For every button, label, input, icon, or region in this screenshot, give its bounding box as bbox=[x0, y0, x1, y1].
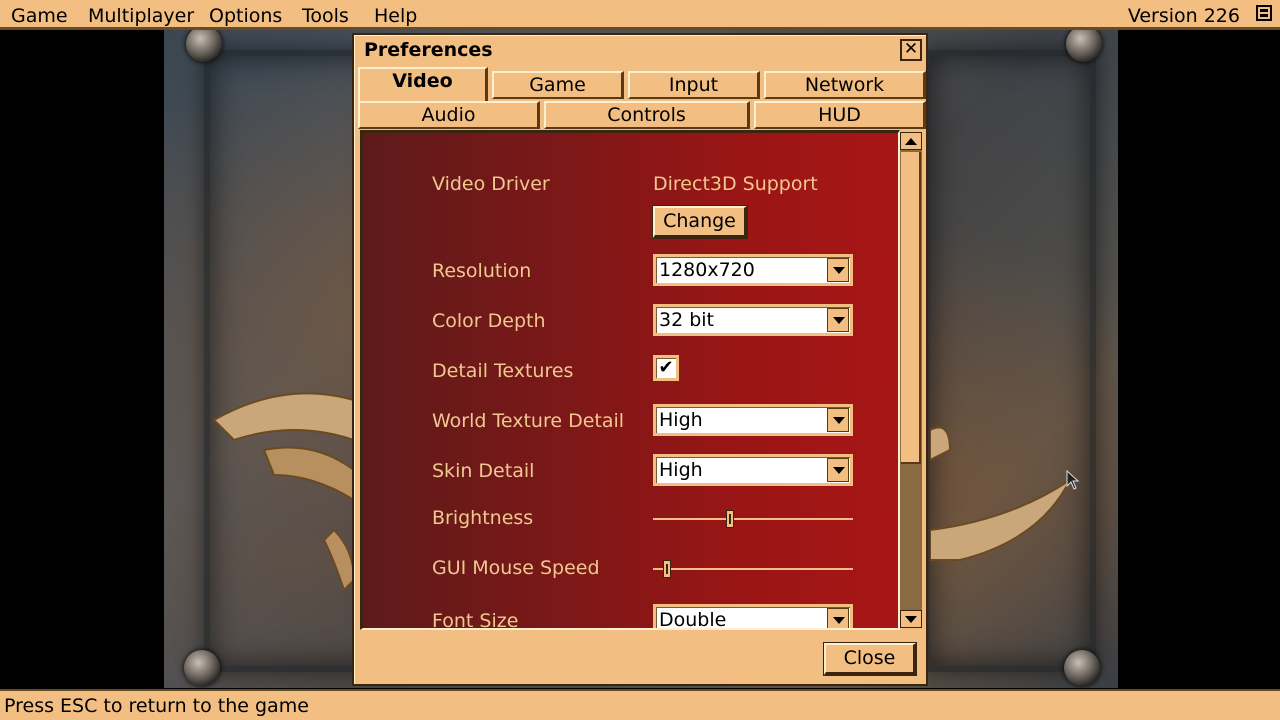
window-restore-icon[interactable] bbox=[1256, 5, 1272, 21]
gui-mouse-speed-label: GUI Mouse Speed bbox=[432, 557, 600, 579]
chevron-down-icon[interactable] bbox=[827, 258, 849, 282]
video-driver-value: Direct3D Support bbox=[653, 173, 818, 195]
color-depth-label: Color Depth bbox=[432, 310, 546, 332]
tab-audio[interactable]: Audio bbox=[358, 101, 540, 129]
preferences-window: Preferences ✕ Video Game Input Network A… bbox=[352, 33, 928, 686]
world-texture-detail-label: World Texture Detail bbox=[432, 410, 625, 432]
world-texture-detail-dropdown[interactable]: High bbox=[653, 404, 853, 436]
skin-detail-label: Skin Detail bbox=[432, 460, 535, 482]
color-depth-value: 32 bit bbox=[659, 309, 715, 331]
blade-ornament-left bbox=[212, 392, 354, 592]
skin-detail-dropdown[interactable]: High bbox=[653, 454, 853, 486]
gui-mouse-speed-slider[interactable] bbox=[653, 560, 853, 578]
status-bar: Press ESC to return to the game bbox=[0, 689, 1280, 720]
vertical-scrollbar[interactable] bbox=[900, 132, 922, 628]
window-title: Preferences bbox=[364, 39, 493, 61]
menu-game[interactable]: Game bbox=[11, 5, 68, 27]
scroll-down-icon[interactable] bbox=[900, 610, 922, 628]
menu-tools[interactable]: Tools bbox=[302, 5, 349, 27]
chevron-down-icon[interactable] bbox=[827, 308, 849, 332]
tab-network[interactable]: Network bbox=[764, 71, 926, 99]
window-titlebar[interactable]: Preferences ✕ bbox=[358, 38, 922, 64]
menu-options[interactable]: Options bbox=[209, 5, 282, 27]
resolution-label: Resolution bbox=[432, 260, 532, 282]
tab-input[interactable]: Input bbox=[628, 71, 760, 99]
blade-ornament-right bbox=[930, 426, 1073, 561]
tab-controls[interactable]: Controls bbox=[544, 101, 750, 129]
detail-textures-checkbox[interactable]: ✔ bbox=[653, 355, 679, 381]
resolution-dropdown[interactable]: 1280x720 bbox=[653, 254, 853, 286]
resolution-value: 1280x720 bbox=[659, 259, 755, 281]
version-label: Version 226 bbox=[1127, 5, 1240, 27]
brightness-slider-thumb[interactable] bbox=[726, 510, 734, 528]
tab-game[interactable]: Game bbox=[492, 71, 624, 99]
scrollbar-thumb[interactable] bbox=[901, 152, 921, 464]
rivet-icon bbox=[1066, 26, 1102, 62]
video-settings-panel: Video Driver Direct3D Support Change Res… bbox=[360, 130, 900, 630]
chevron-down-icon[interactable] bbox=[827, 608, 849, 628]
skin-detail-value: High bbox=[659, 459, 703, 481]
tab-video[interactable]: Video bbox=[358, 67, 488, 101]
close-button[interactable]: Close bbox=[823, 642, 917, 676]
scroll-up-icon[interactable] bbox=[900, 132, 922, 150]
color-depth-dropdown[interactable]: 32 bit bbox=[653, 304, 853, 336]
rivet-icon bbox=[186, 26, 222, 62]
close-icon[interactable]: ✕ bbox=[900, 39, 922, 61]
chevron-down-icon[interactable] bbox=[827, 408, 849, 432]
rivet-icon bbox=[1064, 650, 1100, 686]
status-text: Press ESC to return to the game bbox=[4, 695, 309, 717]
detail-textures-label: Detail Textures bbox=[432, 360, 574, 382]
world-texture-detail-value: High bbox=[659, 409, 703, 431]
rivet-icon bbox=[184, 650, 220, 686]
change-driver-button[interactable]: Change bbox=[652, 205, 748, 239]
chevron-down-icon[interactable] bbox=[827, 458, 849, 482]
tab-hud[interactable]: HUD bbox=[754, 101, 926, 129]
font-size-dropdown[interactable]: Double bbox=[653, 604, 853, 630]
font-size-label: Font Size bbox=[432, 610, 519, 630]
menu-help[interactable]: Help bbox=[374, 5, 417, 27]
font-size-value: Double bbox=[659, 609, 727, 630]
menu-bar: Game Multiplayer Options Tools Help Vers… bbox=[0, 0, 1280, 30]
brightness-label: Brightness bbox=[432, 507, 534, 529]
mouse-cursor-icon bbox=[1066, 470, 1080, 490]
video-driver-label: Video Driver bbox=[432, 173, 550, 195]
menu-multiplayer[interactable]: Multiplayer bbox=[88, 5, 194, 27]
gui-mouse-speed-slider-thumb[interactable] bbox=[663, 560, 671, 578]
brightness-slider[interactable] bbox=[653, 510, 853, 528]
